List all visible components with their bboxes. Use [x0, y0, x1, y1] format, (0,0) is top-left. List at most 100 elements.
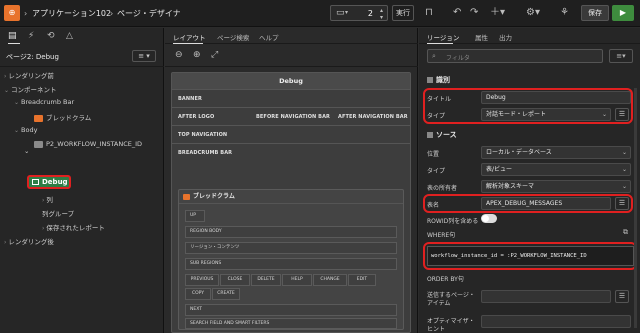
- app-logo-icon[interactable]: ⊕: [4, 5, 20, 21]
- list-icon[interactable]: ☰: [615, 290, 629, 303]
- chevron-down-icon: ⌄: [601, 111, 607, 118]
- tree-node-columns[interactable]: › 列: [42, 194, 53, 204]
- page-items-field[interactable]: [481, 290, 611, 303]
- create-slot[interactable]: CREATE: [212, 288, 240, 300]
- tree-node-body[interactable]: ⌄ Body: [14, 126, 37, 134]
- order-by-label: ORDER BY句: [427, 276, 464, 283]
- search-field-slot[interactable]: SEARCH FIELD AND SMART FILTERS: [185, 318, 397, 329]
- optimizer-hint-field[interactable]: [481, 315, 631, 328]
- edit-slot[interactable]: EDIT: [348, 274, 376, 286]
- region-content-slot[interactable]: リージョン・コンテンツ: [185, 242, 397, 254]
- tree-node-column-groups[interactable]: 列グループ: [42, 208, 74, 218]
- rendering-tab-icon[interactable]: ▤: [8, 31, 17, 41]
- tree-node-item[interactable]: P2_WORKFLOW_INSTANCE_ID: [34, 140, 142, 148]
- title-field[interactable]: Debug: [481, 91, 631, 104]
- page-items-label-2: アイテム: [427, 300, 451, 307]
- section-source[interactable]: ソース: [419, 129, 640, 141]
- page-number-value[interactable]: 2: [368, 9, 373, 18]
- lock-icon[interactable]: ⊓: [425, 7, 433, 19]
- close-slot[interactable]: CLOSE: [220, 274, 250, 286]
- list-icon[interactable]: ☰: [615, 197, 629, 210]
- property-scrollbar[interactable]: [634, 88, 637, 328]
- before-nav-slot[interactable]: BEFORE NAVIGATION BAR: [256, 114, 330, 120]
- tab-layout[interactable]: レイアウト: [173, 32, 206, 42]
- collapse-icon: [427, 77, 433, 83]
- tree-node-breadcrumb-bar[interactable]: ⌄ Breadcrumb Bar: [14, 98, 74, 106]
- chevron-right-icon: ›: [42, 225, 45, 232]
- table-owner-select[interactable]: 解析対象スキーマ ⌄: [481, 180, 631, 193]
- chevron-right-icon: ›: [4, 73, 7, 80]
- create-menu-icon[interactable]: ＋▾: [490, 7, 505, 19]
- save-button[interactable]: 保存: [581, 5, 609, 21]
- expand-editor-icon[interactable]: ⧉: [623, 228, 628, 237]
- redo-icon[interactable]: ↷: [470, 7, 478, 19]
- shared-components-icon[interactable]: ⚘: [560, 7, 569, 19]
- delete-slot[interactable]: DELETE: [251, 274, 281, 286]
- expand-icon[interactable]: ⤢: [211, 50, 218, 60]
- source-type-select[interactable]: 表/ビュー ⌄: [481, 163, 631, 176]
- right-panel-tabs: リージョン 属性 出力: [419, 28, 640, 44]
- save-and-run-button[interactable]: ▶: [612, 5, 634, 21]
- tab-attributes[interactable]: 属性: [475, 32, 488, 42]
- source-type-label: タイプ: [427, 168, 446, 175]
- tree-node-saved-reports[interactable]: › 保存されたレポート: [42, 222, 105, 232]
- filter-placeholder: フィルタ: [446, 55, 470, 62]
- up-slot[interactable]: UP: [185, 210, 205, 222]
- zoom-out-icon[interactable]: ⊖: [175, 50, 183, 60]
- tab-page-search[interactable]: ページ検索: [217, 32, 249, 42]
- breadcrumb-bar-slot[interactable]: BREADCRUMB BAR: [172, 143, 410, 183]
- type-label: タイプ: [427, 113, 446, 120]
- page-number-selector[interactable]: ▭ ▾ 2 ▴ ▾: [330, 5, 388, 21]
- type-select[interactable]: 対話モード・レポート ⌄: [481, 108, 611, 121]
- after-nav-slot[interactable]: AFTER NAVIGATION BAR: [338, 114, 408, 120]
- list-icon[interactable]: ☰: [615, 108, 629, 121]
- tree-node-components[interactable]: ⌄ コンポーネント: [4, 84, 57, 94]
- rowid-toggle[interactable]: [481, 214, 497, 223]
- table-name-field[interactable]: APEX_DEBUG_MESSAGES: [481, 197, 611, 210]
- chevron-down-icon: ⌄: [24, 147, 30, 155]
- app-title[interactable]: アプリケーション102: [32, 8, 111, 19]
- breadcrumb-region-block[interactable]: ブレッドクラム UP REGION BODY リージョン・コンテンツ SUB R…: [178, 189, 404, 330]
- help-slot[interactable]: HELP: [282, 274, 312, 286]
- copy-slot[interactable]: COPY: [185, 288, 211, 300]
- tab-output[interactable]: 出力: [499, 32, 512, 42]
- after-logo-slot[interactable]: AFTER LOGO: [178, 114, 214, 120]
- property-filter-input[interactable]: ⌕ フィルタ: [427, 49, 603, 63]
- sub-regions-slot[interactable]: SUB REGIONS: [185, 258, 397, 270]
- zoom-in-icon[interactable]: ⊕: [193, 50, 201, 60]
- tab-region[interactable]: リージョン: [427, 32, 459, 42]
- tree-node-debug-selected[interactable]: Debug: [27, 175, 71, 189]
- tree-node-after-render[interactable]: › レンダリング後: [4, 236, 54, 246]
- tree-node-breadcrumb-region[interactable]: ブレッドクラム: [34, 112, 91, 122]
- page-title: ページ2: Debug: [6, 53, 59, 61]
- processing-tab-icon[interactable]: ⟲: [47, 31, 55, 41]
- change-slot[interactable]: CHANGE: [313, 274, 347, 286]
- region-body-slot[interactable]: REGION BODY: [185, 226, 397, 238]
- location-select[interactable]: ローカル・データベース ⌄: [481, 146, 631, 159]
- title-label: タイトル: [427, 96, 452, 103]
- left-panel-tabs: ▤ ⚡ ⟲ △: [0, 28, 163, 44]
- run-page-button[interactable]: 実行: [392, 5, 414, 21]
- top-toolbar: ⊕ › アプリケーション102 › ページ・デザイナ ▭ ▾ 2 ▴ ▾ 実行 ⊓…: [0, 0, 640, 27]
- report-region-icon: [32, 179, 39, 185]
- top-navigation-slot[interactable]: TOP NAVIGATION: [172, 125, 410, 143]
- dropdown-arrow-icon: ▾: [345, 9, 349, 16]
- section-identification[interactable]: 識別: [419, 74, 640, 86]
- active-tab-indicator: [427, 43, 453, 44]
- where-clause-editor[interactable]: workflow_instance_id = :P2_WORKFLOW_INST…: [427, 246, 634, 266]
- tree-node-before-render[interactable]: › レンダリング前: [4, 70, 54, 80]
- undo-icon[interactable]: ↶: [453, 7, 461, 19]
- next-slot[interactable]: NEXT: [185, 304, 397, 316]
- utilities-icon[interactable]: ⚙▾: [526, 7, 540, 19]
- previous-slot[interactable]: PREVIOUS: [185, 274, 219, 286]
- chevron-right-icon: ›: [110, 9, 114, 18]
- toggle-knob: [482, 215, 489, 222]
- property-menu-button[interactable]: ≡▾: [609, 49, 633, 63]
- stepper-icon[interactable]: ▴ ▾: [380, 7, 383, 21]
- logo-nav-row: AFTER LOGO BEFORE NAVIGATION BAR AFTER N…: [172, 107, 410, 125]
- tree-menu-button[interactable]: ≡ ▾: [132, 50, 156, 62]
- tab-help[interactable]: ヘルプ: [259, 32, 279, 42]
- dynamic-actions-tab-icon[interactable]: ⚡: [28, 31, 34, 41]
- shared-components-tab-icon[interactable]: △: [66, 31, 73, 41]
- banner-slot[interactable]: BANNER: [172, 89, 410, 107]
